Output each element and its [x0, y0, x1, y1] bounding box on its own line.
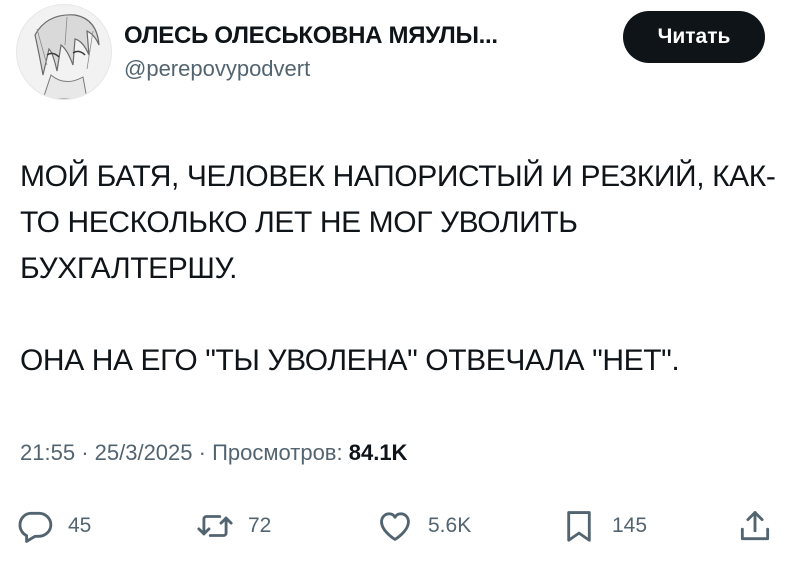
tweet-date[interactable]: 25/3/2025 — [95, 440, 193, 465]
tweet-meta: 21:55 · 25/3/2025 · Просмотров: 84.1K — [20, 440, 407, 466]
author-handle[interactable]: @perepovypodvert — [124, 56, 310, 82]
retweet-arrows-icon — [197, 515, 233, 537]
like-button[interactable]: 5.6K — [376, 504, 471, 548]
bookmark-icon — [567, 511, 591, 542]
follow-button[interactable]: Читать — [623, 11, 765, 63]
share-button[interactable] — [736, 504, 774, 548]
tweet-time[interactable]: 21:55 — [20, 440, 75, 465]
retweet-button[interactable]: 72 — [196, 504, 271, 548]
avatar[interactable] — [16, 4, 112, 100]
views-label: Просмотров: — [212, 440, 343, 465]
heart-icon — [380, 512, 410, 541]
like-count: 5.6K — [428, 514, 472, 537]
retweet-count: 72 — [248, 514, 272, 537]
meta-separator: · — [198, 440, 206, 465]
meta-separator: · — [81, 440, 89, 465]
tweet-text: МОЙ БАТЯ, ЧЕЛОВЕК НАПОРИСТЫЙ И РЕЗКИЙ, К… — [20, 154, 790, 384]
reply-bubble-icon — [18, 511, 53, 543]
tweet-paragraph: МОЙ БАТЯ, ЧЕЛОВЕК НАПОРИСТЫЙ И РЕЗКИЙ, К… — [20, 160, 776, 285]
tweet-paragraph: ОНА НА ЕГО "ТЫ УВОЛЕНА" ОТВЕЧАЛА "НЕТ". — [20, 344, 680, 377]
share-upload-icon — [740, 511, 770, 541]
bookmark-count: 145 — [612, 514, 648, 537]
tweet-actions: 45 72 5.6K 145 — [0, 504, 800, 548]
reply-button[interactable]: 45 — [16, 504, 91, 548]
views-count[interactable]: 84.1K — [349, 440, 408, 465]
reply-count: 45 — [68, 514, 92, 537]
avatar-image — [17, 5, 111, 99]
author-display-name[interactable]: ОЛЕСЬ ОЛЕСЬКОВНА МЯУЛЫ... — [124, 22, 498, 50]
bookmark-button[interactable]: 145 — [560, 504, 647, 548]
